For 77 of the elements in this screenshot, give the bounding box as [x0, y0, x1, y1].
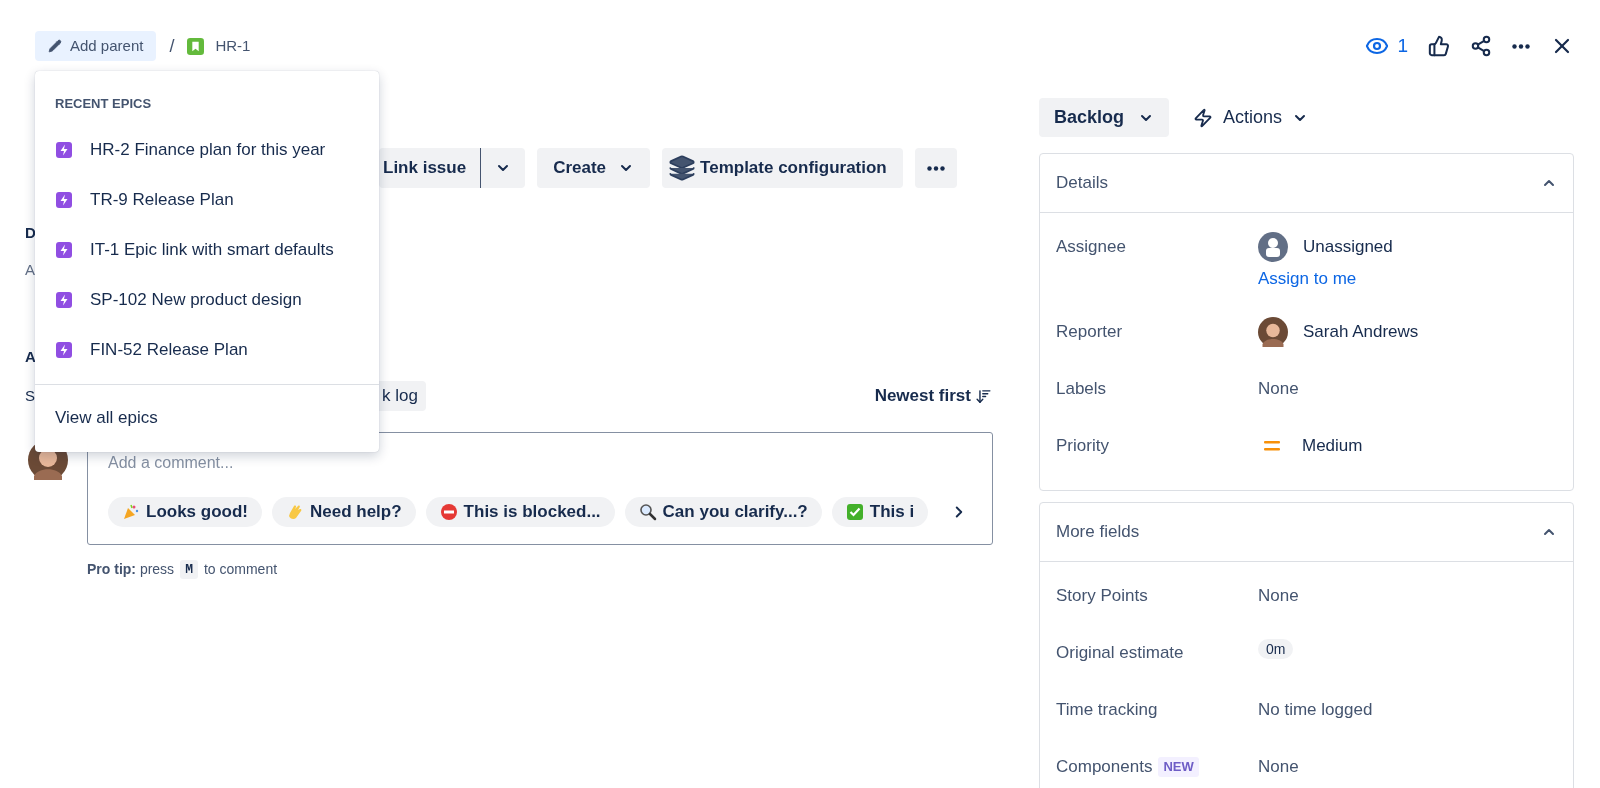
template-configuration-button[interactable]: Template configuration [662, 148, 903, 188]
more-button[interactable] [1512, 43, 1530, 49]
layers-icon [668, 154, 697, 182]
lightning-icon [56, 242, 72, 258]
lightning-icon [56, 192, 72, 208]
share-icon [1470, 35, 1492, 57]
description-heading: D [25, 223, 36, 243]
epic-menu-item[interactable]: IT-1 Epic link with smart defaults [35, 225, 379, 275]
thumbs-up-icon [1428, 35, 1450, 57]
quick-reply-chip[interactable]: Looks good! [108, 497, 262, 527]
field-label: Assignee [1056, 236, 1126, 259]
panel-header[interactable]: Details [1040, 154, 1573, 213]
field-label: Story Points [1056, 585, 1148, 608]
field-value: Unassigned [1303, 236, 1393, 259]
field-label: Time tracking [1056, 699, 1158, 722]
epic-menu-item[interactable]: SP-102 New product design [35, 275, 379, 325]
quick-reply-chip[interactable]: This is blocked... [425, 497, 615, 527]
priority-medium-icon [1264, 441, 1280, 451]
field-label: Original estimate [1056, 642, 1184, 665]
field-value: No time logged [1258, 699, 1373, 722]
user-icon [1258, 232, 1288, 262]
epic-menu-item[interactable]: TR-9 Release Plan [35, 175, 379, 225]
field-label: Reporter [1056, 321, 1123, 344]
epic-menu-item[interactable]: FIN-52 Release Plan [35, 325, 379, 375]
share-button[interactable] [1470, 35, 1492, 57]
pencil-icon [48, 39, 62, 53]
description-text: A [25, 260, 35, 280]
field-value: Medium [1302, 435, 1363, 458]
show-label: S [25, 385, 35, 406]
no-entry-icon [439, 503, 458, 521]
sort-icon [975, 387, 992, 405]
lightning-icon [56, 342, 72, 358]
quick-reply-chip[interactable]: This i [831, 497, 928, 527]
field-label: Priority [1056, 435, 1109, 458]
keyboard-key: M [180, 559, 198, 580]
status-dropdown[interactable]: Backlog [1039, 98, 1170, 137]
add-parent-button[interactable]: Add parent [35, 31, 157, 61]
more-icon [926, 165, 945, 171]
work-log-tab[interactable]: k log [378, 381, 426, 411]
issue-key-link[interactable]: HR-1 [215, 34, 251, 58]
field-value: None [1258, 585, 1299, 608]
field-label: Components [1056, 756, 1153, 779]
panel-header[interactable]: More fields [1040, 503, 1573, 562]
field-value: None [1258, 756, 1299, 779]
bookmark-icon [187, 37, 205, 55]
create-button[interactable]: Create [537, 148, 651, 188]
check-mark-icon [845, 503, 864, 521]
watch-button[interactable]: 1 [1365, 31, 1408, 61]
quick-reply-chip[interactable]: Need help? [272, 497, 416, 527]
actions-button[interactable]: Actions [1193, 98, 1309, 137]
activity-heading: A [25, 347, 36, 367]
assign-to-me-link[interactable]: Assign to me [1258, 267, 1357, 291]
avatar [1258, 317, 1288, 347]
panel-title: Details [1056, 172, 1108, 195]
link-issue-button[interactable]: Link issue [379, 148, 482, 188]
quick-reply-chip[interactable]: Can you clarify...? [624, 497, 822, 527]
pro-tip-text: to comment [203, 560, 278, 579]
lightning-icon [56, 292, 72, 308]
lightning-icon [1193, 107, 1214, 128]
menu-heading: RECENT EPICS [54, 95, 153, 113]
panel-title: More fields [1056, 521, 1140, 544]
field-value: Sarah Andrews [1303, 321, 1419, 344]
new-badge: NEW [1158, 757, 1199, 777]
pro-tip-text: Pro tip: press [87, 560, 175, 579]
field-label: Labels [1056, 378, 1107, 401]
breadcrumb-separator: / [169, 34, 175, 58]
comment-placeholder: Add a comment... [108, 453, 235, 473]
like-button[interactable] [1428, 35, 1450, 57]
epic-menu-item[interactable]: HR-2 Finance plan for this year [35, 125, 379, 175]
party-popper-icon [122, 503, 140, 521]
more-icon [1512, 43, 1530, 49]
waving-hand-icon [286, 503, 304, 521]
magnifier-icon [638, 503, 657, 521]
sort-button[interactable]: Newest first [874, 383, 992, 409]
lightning-icon [56, 142, 72, 158]
field-value: None [1258, 378, 1299, 401]
estimate-tag: 0m [1258, 639, 1294, 659]
